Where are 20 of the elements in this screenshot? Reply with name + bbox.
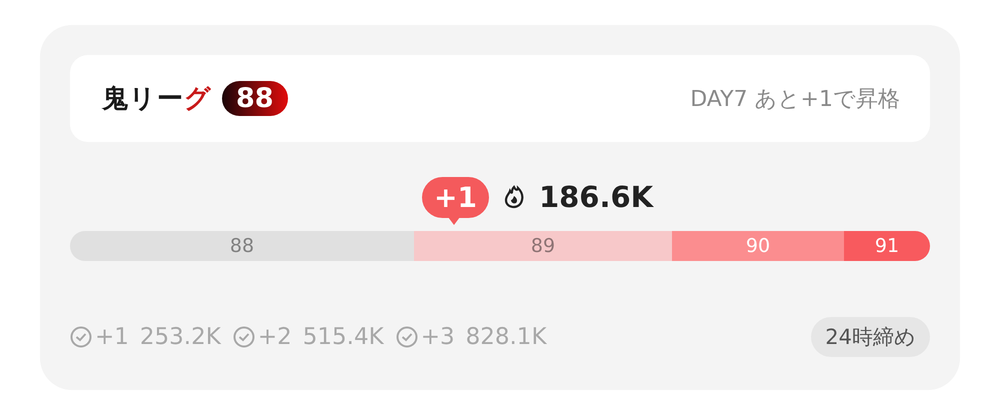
threshold-rank: +2: [258, 324, 292, 350]
check-circle-icon: [70, 326, 92, 348]
rank-segment: 88: [70, 231, 414, 261]
threshold-score: 253.2K: [140, 324, 221, 350]
threshold-score: 828.1K: [466, 324, 547, 350]
threshold-rank: +1: [95, 324, 129, 350]
deadline-badge: 24時締め: [811, 317, 930, 357]
threshold-rank: +3: [420, 324, 455, 350]
rank-badge: 88: [222, 81, 288, 116]
score-value: 186.6K: [538, 180, 654, 214]
rank-segment: 90: [672, 231, 844, 261]
league-title: 鬼リーグ: [102, 83, 212, 116]
flame-icon: [502, 185, 525, 209]
bubble-tail: [448, 216, 460, 224]
threshold-score: 515.4K: [302, 324, 384, 350]
check-circle-icon: [232, 326, 255, 348]
rank-segment: 89: [414, 231, 672, 261]
check-circle-icon: [396, 326, 418, 348]
promotion-status: DAY7 あと+1で昇格: [690, 86, 900, 114]
rank-segment: 91: [844, 231, 930, 261]
